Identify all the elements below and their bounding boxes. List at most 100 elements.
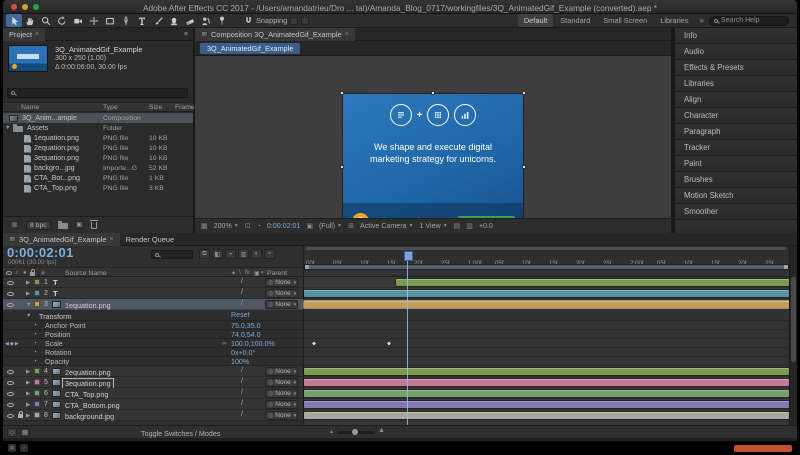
pick-whip-icon[interactable]: ◎ (268, 290, 273, 297)
panel-tab-effects-presets[interactable]: Effects & Presets (675, 60, 797, 76)
eye-icon[interactable] (7, 402, 14, 407)
expand-arrow-icon[interactable]: ▶ (26, 369, 30, 375)
hide-shy-icon[interactable]: ◒ (225, 249, 236, 259)
project-column-headers[interactable]: Name Type Size Frame (3, 102, 195, 112)
timeline-navigator-bar[interactable] (306, 247, 787, 250)
project-item-row[interactable]: 2equation.png PNG file 10 KB (3, 143, 193, 153)
motion-blur-icon[interactable]: ◐ (251, 249, 262, 259)
keyframe-diamond[interactable] (385, 339, 393, 348)
layer-duration-bar[interactable] (304, 379, 789, 386)
property-name[interactable]: Opacity (45, 358, 69, 366)
eye-icon[interactable] (7, 291, 14, 296)
toggle-switches-modes-button[interactable]: Toggle Switches / Modes (141, 429, 221, 438)
snapping-control[interactable]: Snapping (244, 16, 310, 25)
composition-flowchart-icon[interactable]: ⧉ (199, 249, 210, 259)
draft-3d-icon[interactable]: ◧ (212, 249, 223, 259)
resolution-select[interactable]: (Full) ▼ (319, 222, 342, 230)
panel-tab-smoother[interactable]: Smoother (675, 204, 797, 220)
expand-arrow-icon[interactable]: ▶ (26, 391, 30, 397)
layer-duration-row[interactable] (304, 366, 789, 377)
pick-whip-icon[interactable]: ◎ (268, 301, 273, 308)
expand-arrow-icon[interactable]: ▶ (26, 291, 30, 297)
layer-duration-row[interactable] (304, 299, 789, 310)
parent-dropdown[interactable]: ◎ None ▼ (265, 400, 298, 409)
keyframe-navigator[interactable]: ◀◆▶ (5, 341, 20, 347)
property-row-position[interactable]: ◔ Position 74.0,54.0 (3, 330, 303, 339)
layer-duration-bar[interactable] (304, 390, 789, 397)
transform-group-row[interactable]: ▼ Transform Reset (3, 310, 303, 321)
layer-row[interactable]: ▶ 7 CTA_Bottom.png / ◎ None ▼ (3, 399, 303, 410)
pixel-aspect-icon[interactable]: ▥ (466, 222, 473, 230)
panel-tab-audio[interactable]: Audio (675, 44, 797, 60)
grid-options-icon[interactable]: ▦ (201, 222, 208, 230)
layer-row[interactable]: ▶ 5 3equation.png / ◎ None ▼ (3, 377, 303, 389)
timeline-tab-render-queue[interactable]: Render Queue (120, 233, 180, 246)
panel-menu-icon[interactable]: ≡ (184, 31, 188, 38)
stopwatch-icon[interactable]: ◔ (33, 322, 37, 329)
source-name-column-header[interactable]: Source Name (65, 270, 107, 277)
quality-switch-icon[interactable]: / (241, 289, 243, 296)
workspace-overflow-chevron[interactable]: » (700, 16, 704, 25)
layer-row[interactable]: ▶ 6 CTA_Top.png / ◎ None ▼ (3, 388, 303, 399)
stopwatch-icon[interactable]: ◔ (33, 340, 37, 347)
graph-editor-icon[interactable]: ≈ (264, 249, 275, 259)
layer-name[interactable]: 3equation.png (62, 377, 114, 389)
hand-tool[interactable] (22, 14, 38, 27)
clone-stamp-tool[interactable] (166, 14, 182, 27)
panel-tab-motion-sketch[interactable]: Motion Sketch (675, 188, 797, 204)
layer-duration-bar[interactable] (396, 279, 789, 286)
snapping-option-icon-2[interactable] (301, 16, 310, 25)
layer-duration-row[interactable] (304, 377, 789, 388)
pick-whip-icon[interactable]: ◎ (268, 279, 273, 286)
view-layout-select[interactable]: 1 View ▼ (419, 222, 447, 230)
tab-composition[interactable]: Composition 3Q_AnimatedGif_Example × (195, 27, 355, 41)
quality-switch-icon[interactable]: / (241, 300, 243, 307)
composition-canvas[interactable]: + We shape and execute digital marketing… (340, 91, 526, 218)
property-value[interactable]: 100.0,100.0% (231, 340, 275, 348)
project-item-row[interactable]: CTA_Top.png PNG file 3 KB (3, 183, 193, 193)
project-bit-depth[interactable]: 8 bpc (26, 220, 51, 230)
zoom-in-icon[interactable]: ▲ (378, 427, 385, 434)
parent-dropdown[interactable]: ◎ None ▼ (265, 389, 298, 398)
camera-view-select[interactable]: Active Camera ▼ (360, 222, 413, 230)
property-name[interactable]: Rotation (45, 349, 71, 357)
layer-name[interactable]: CTA_Bottom.png (65, 401, 120, 410)
layer-row[interactable]: ▶ 1 T / ◎ None ▼ (3, 277, 303, 288)
transform-group-graph-row[interactable] (304, 310, 789, 321)
footer-left-icon-2[interactable]: ▦ (20, 428, 30, 437)
interpret-footage-icon[interactable]: ▥ (10, 221, 19, 229)
expand-arrow-icon[interactable]: ▶ (26, 402, 30, 408)
project-item-row[interactable]: CTA_Bot...png PNG file 1 KB (3, 173, 193, 183)
eye-icon[interactable] (7, 369, 14, 374)
roto-brush-tool[interactable] (198, 14, 214, 27)
eraser-tool[interactable] (182, 14, 198, 27)
constrain-proportions-icon[interactable]: ∞ (222, 340, 227, 347)
keyframe-diamond[interactable] (310, 339, 318, 348)
property-graph-row[interactable] (304, 339, 789, 348)
panel-tab-align[interactable]: Align (675, 92, 797, 108)
timecode-clock-icon[interactable]: ◔ (257, 223, 261, 230)
snapshot-icon[interactable]: ▣ (306, 222, 313, 230)
pan-behind-tool[interactable] (86, 14, 102, 27)
frame-blending-icon[interactable]: ▥ (238, 249, 249, 259)
project-item-row[interactable]: ▼ Assets Folder (3, 123, 193, 133)
composition-navigator-chip[interactable]: 3Q_AnimatedGif_Example (200, 43, 301, 54)
layer-color-chip[interactable] (34, 279, 40, 285)
collapse-arrow-icon[interactable]: ▼ (5, 125, 10, 131)
layer-duration-bar[interactable] (304, 412, 789, 419)
property-value[interactable]: 0x+0.0° (231, 349, 255, 357)
property-graph-row[interactable] (304, 357, 789, 366)
parent-dropdown[interactable]: ◎ None ▼ (265, 300, 298, 309)
project-item-row[interactable]: 1equation.png PNG file 10 KB (3, 133, 193, 143)
project-item-row[interactable]: 3Q_Anim...ample Composition (3, 113, 193, 123)
panel-tab-character[interactable]: Character (675, 108, 797, 124)
panel-tab-paragraph[interactable]: Paragraph (675, 124, 797, 140)
property-graph-row[interactable] (304, 348, 789, 357)
close-tab-icon[interactable]: × (35, 31, 39, 38)
property-value[interactable]: 100% (231, 358, 249, 366)
channels-icon[interactable]: ▤ (454, 222, 461, 230)
type-tool[interactable] (134, 14, 150, 27)
quality-switch-icon[interactable]: / (241, 278, 243, 285)
parent-dropdown[interactable]: ◎ None ▼ (265, 367, 298, 376)
pen-tool[interactable] (118, 14, 134, 27)
